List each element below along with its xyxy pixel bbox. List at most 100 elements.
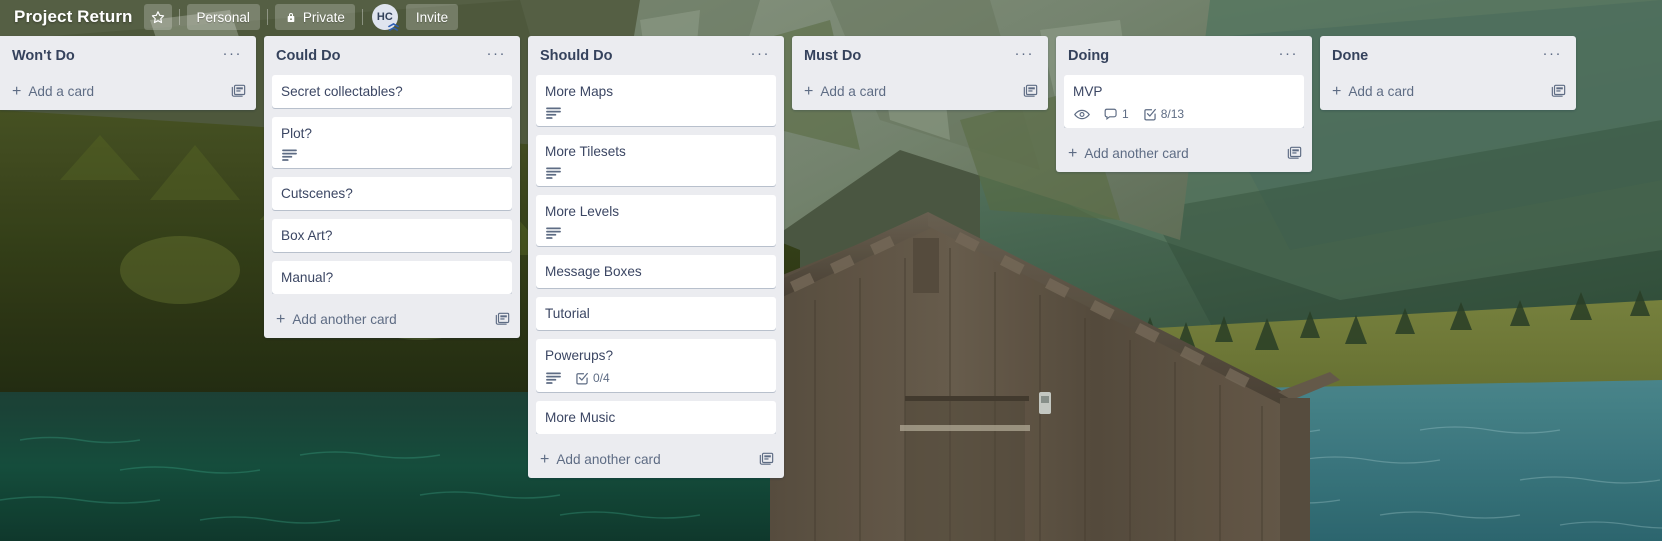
add-card-left: + Add a card [1332,83,1415,100]
card-title: Secret collectables? [281,84,403,99]
description-icon [546,167,561,179]
add-card-left: + Add another card [276,311,397,328]
add-card-row-should-do[interactable]: + Add another card [528,443,784,476]
badge-value: 0/4 [593,371,610,385]
card[interactable]: Manual? [272,261,512,294]
card-title: MVP [1073,84,1103,99]
card-title: Cutscenes? [281,186,353,201]
card[interactable]: More Tilesets [536,135,776,186]
card-template-icon[interactable] [495,312,510,327]
lock-icon [285,11,297,24]
card-title: Plot? [281,126,312,141]
list-menu-button[interactable]: ··· [746,46,776,66]
cards-container-should-do: More Maps More Tilesets More Levels Message… [528,75,784,434]
cards-container-doing: MVP 1 8/13 [1056,75,1312,128]
checklist-icon [575,371,589,385]
description-icon [546,227,561,239]
list-header-should-do: Should Do ··· [528,36,784,75]
list-could-do: Could Do ··· Secret collectables? Plot? Cuts… [264,36,520,338]
star-icon [151,10,165,24]
card[interactable]: More Music [536,401,776,434]
card[interactable]: Cutscenes? [272,177,512,210]
card-title: Message Boxes [545,264,642,279]
badge-watch-eye [1074,108,1090,121]
card-template-icon[interactable] [1551,84,1566,99]
add-card-label: Add another card [556,452,661,467]
list-menu-button[interactable]: ··· [482,46,512,66]
list-header-must-do: Must Do ··· [792,36,1048,75]
card-title: More Maps [545,84,613,99]
add-card-label: Add another card [292,312,397,327]
list-won-t-do: Won't Do ··· + Add a card [0,36,256,110]
star-board-button[interactable] [143,4,172,30]
list-header-could-do: Could Do ··· [264,36,520,75]
card[interactable]: Plot? [272,117,512,168]
add-card-row-could-do[interactable]: + Add another card [264,303,520,336]
board-lists-container: Won't Do ··· + Add a card Could Do ··· Secret … [0,34,1662,541]
list-title[interactable]: Could Do [276,47,340,65]
list-doing: Doing ··· MVP 1 8/13 + Add another card [1056,36,1312,172]
list-menu-button[interactable]: ··· [1274,46,1304,66]
badge-value: 8/13 [1160,107,1185,121]
add-card-label: Add a card [1348,84,1415,99]
add-card-row-must-do[interactable]: + Add a card [792,75,1048,108]
card[interactable]: Box Art? [272,219,512,252]
plus-icon: + [1332,83,1342,100]
card-badges [545,107,768,119]
card-template-icon[interactable] [231,84,246,99]
list-title[interactable]: Won't Do [12,47,75,65]
card[interactable]: Powerups? 0/4 [536,339,776,392]
list-title[interactable]: Done [1332,47,1368,65]
card-badges: 1 8/13 [1073,107,1296,121]
list-title[interactable]: Should Do [540,47,613,65]
visibility-label: Private [302,9,345,25]
invite-button[interactable]: Invite [405,4,459,30]
badge-comment: 1 [1104,107,1129,121]
card[interactable]: Message Boxes [536,255,776,288]
badge-checklist: 0/4 [575,371,610,385]
card-title: Tutorial [545,306,590,321]
cards-container-could-do: Secret collectables? Plot? Cutscenes? Box A… [264,75,520,294]
card-template-icon[interactable] [1023,84,1038,99]
card-title: Powerups? [545,348,614,363]
card-template-icon[interactable] [1287,146,1302,161]
card[interactable]: Secret collectables? [272,75,512,108]
visibility-button[interactable]: Private [274,4,355,30]
avatar[interactable]: HC [371,4,400,31]
badge-description [546,372,561,384]
add-card-row-doing[interactable]: + Add another card [1056,137,1312,170]
list-menu-button[interactable]: ··· [218,46,248,66]
add-card-left: + Add a card [804,84,886,100]
list-title[interactable]: Doing [1068,47,1109,65]
plus-icon: + [276,311,286,328]
add-card-row-won-t-do[interactable]: + Add a card [0,75,256,108]
plus-icon: + [12,83,22,100]
list-title[interactable]: Must Do [804,47,861,65]
header-divider-2 [266,9,268,25]
list-menu-button[interactable]: ··· [1010,46,1040,66]
badge-description [282,149,297,161]
card-template-icon[interactable] [759,452,774,467]
list-header-done: Done ··· [1320,36,1576,75]
add-card-row-done[interactable]: + Add a card [1320,75,1576,108]
card[interactable]: More Levels [536,195,776,246]
badge-description [546,227,561,239]
card-badges: 0/4 [545,371,768,385]
board-header: Project Return Personal Private HC Invit… [0,0,1662,34]
header-divider-3 [361,9,363,25]
plus-icon: + [1068,145,1078,162]
card[interactable]: More Maps [536,75,776,126]
card-title: Box Art? [281,228,333,243]
card[interactable]: Tutorial [536,297,776,330]
workspace-button[interactable]: Personal [186,4,260,30]
list-done: Done ··· + Add a card [1320,36,1576,110]
card[interactable]: MVP 1 8/13 [1064,75,1304,128]
card-title: More Tilesets [545,144,626,159]
board-title: Project Return [14,7,133,26]
list-menu-button[interactable]: ··· [1538,46,1568,66]
header-divider-1 [178,9,180,25]
list-header-doing: Doing ··· [1056,36,1312,75]
card-badges [545,227,768,239]
list-header-won-t-do: Won't Do ··· [0,36,256,75]
card-title: More Music [545,410,616,425]
